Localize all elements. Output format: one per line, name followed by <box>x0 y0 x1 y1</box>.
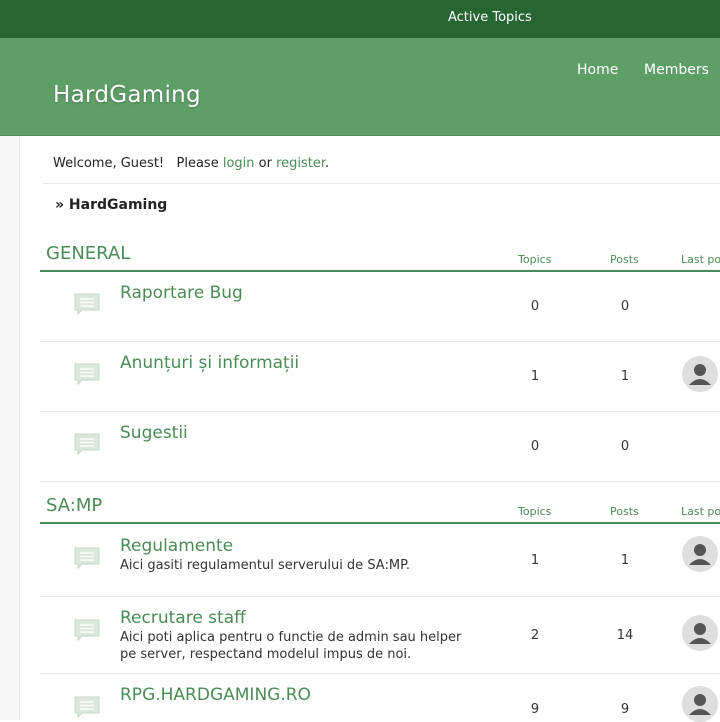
last-post-column-header: Last post <box>681 253 720 266</box>
default-user-avatar-icon[interactable] <box>682 686 718 722</box>
site-title[interactable]: HardGaming <box>53 82 201 108</box>
login-link[interactable]: login <box>223 156 255 171</box>
welcome-message: Welcome, Guest! Please login or register… <box>53 156 329 171</box>
active-topics-link[interactable]: Active Topics <box>448 10 532 25</box>
category-header-samp: SA:MP Topics Posts Last post <box>40 492 720 524</box>
forum-title-link[interactable]: RPG.HARDGAMING.RO <box>120 685 311 705</box>
breadcrumb[interactable]: » HardGaming <box>55 197 167 213</box>
forum-topics-count: 9 <box>530 702 540 717</box>
forum-posts-count: 0 <box>620 299 630 314</box>
speech-bubble-icon <box>74 619 100 641</box>
forum-description: Aici gasiti regulamentul serverului de S… <box>120 558 411 573</box>
speech-bubble-icon <box>74 433 100 455</box>
forum-title-link[interactable]: Regulamente <box>120 536 233 556</box>
topics-column-header: Topics <box>518 253 552 266</box>
default-user-avatar-icon[interactable] <box>682 615 718 651</box>
welcome-text: Welcome, Guest! Please <box>53 156 223 171</box>
category-title[interactable]: GENERAL <box>46 243 130 264</box>
forum-row: Raportare Bug 0 0 <box>40 272 720 342</box>
forum-row: RPG.HARDGAMING.RO 9 9 <box>40 674 720 722</box>
forum-posts-count: 0 <box>620 439 630 454</box>
forum-row: Recrutare staff Aici poti aplica pentru … <box>40 597 720 674</box>
welcome-suffix: . <box>325 156 330 171</box>
posts-column-header: Posts <box>610 505 639 518</box>
nav-members[interactable]: Members <box>644 62 709 78</box>
forum-topics-count: 0 <box>530 299 540 314</box>
speech-bubble-icon <box>74 547 100 569</box>
speech-bubble-icon <box>74 293 100 315</box>
top-bar: Active Topics <box>0 0 720 38</box>
forum-topics-count: 0 <box>530 439 540 454</box>
forum-posts-count: 14 <box>616 628 634 643</box>
forum-title-link[interactable]: Raportare Bug <box>120 283 243 303</box>
forum-row: Regulamente Aici gasiti regulamentul ser… <box>40 524 720 597</box>
forum-topics-count: 1 <box>530 369 540 384</box>
posts-column-header: Posts <box>610 253 639 266</box>
forum-title-link[interactable]: Sugestii <box>120 423 188 443</box>
forum-topics-count: 2 <box>530 628 540 643</box>
register-link[interactable]: register <box>276 156 325 171</box>
nav-home[interactable]: Home <box>577 62 618 78</box>
left-gutter <box>0 136 20 720</box>
forum-posts-count: 9 <box>620 702 630 717</box>
forum-topics-count: 1 <box>530 553 540 568</box>
site-header: HardGaming Home Members <box>0 38 720 136</box>
default-user-avatar-icon[interactable] <box>682 536 718 572</box>
category-header-general: GENERAL Topics Posts Last post <box>40 240 720 272</box>
forum-description: Aici poti aplica pentru o functie de adm… <box>120 630 462 662</box>
speech-bubble-icon <box>74 696 100 718</box>
forum-title-link[interactable]: Anunțuri și informații <box>120 353 299 373</box>
forum-posts-count: 1 <box>620 369 630 384</box>
forum-row: Anunțuri și informații 1 1 <box>40 342 720 412</box>
last-post-column-header: Last post <box>681 505 720 518</box>
forum-posts-count: 1 <box>620 553 630 568</box>
forum-title-link[interactable]: Recrutare staff <box>120 608 246 628</box>
topics-column-header: Topics <box>518 505 552 518</box>
welcome-or: or <box>254 156 277 171</box>
speech-bubble-icon <box>74 363 100 385</box>
default-user-avatar-icon[interactable] <box>682 356 718 392</box>
forum-row: Sugestii 0 0 <box>40 412 720 482</box>
divider <box>43 183 720 184</box>
category-title[interactable]: SA:MP <box>46 495 102 516</box>
